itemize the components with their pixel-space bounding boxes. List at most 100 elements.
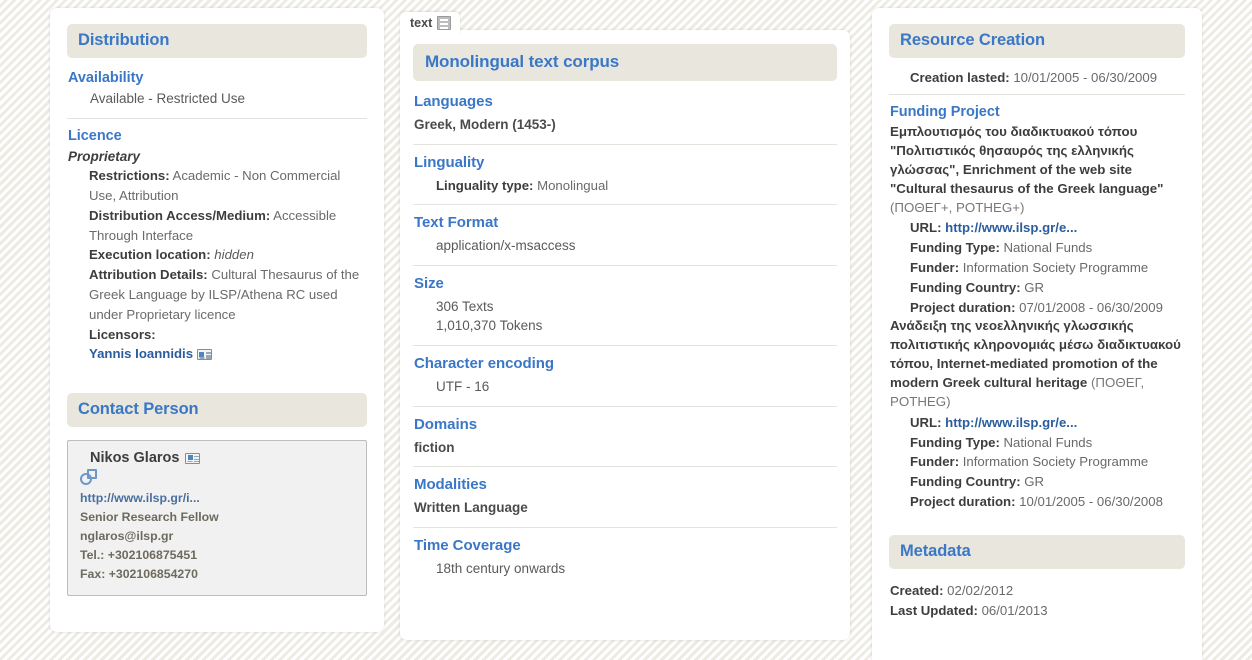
metadata-header: Metadata	[889, 534, 1185, 569]
project-row-key: Funding Country:	[910, 279, 1021, 295]
metadata-row-key: Last Updated:	[890, 602, 978, 618]
chain-icon[interactable]	[80, 469, 97, 486]
project-title-acronym: (ΠΟΘΕΓ+, POTHEG+)	[890, 199, 1025, 215]
funding-project-item: Εμπλουτισμός του διαδικτυακού τόπου "Πολ…	[890, 123, 1184, 317]
section-modalities: Modalities Written Language	[413, 466, 837, 527]
availability-title: Availability	[68, 70, 144, 86]
availability-block: Availability Available - Restricted Use	[67, 58, 367, 118]
licence-row-key: Execution location:	[89, 247, 211, 263]
section-value: 306 Texts	[436, 298, 494, 314]
project-row-key: Project duration:	[910, 493, 1016, 509]
contact-name: Nikos Glaros	[90, 450, 180, 467]
contact-name-row: Nikos Glaros	[80, 450, 354, 466]
section-linguality: Linguality Linguality type: Monolingual	[413, 143, 837, 205]
section-title: Size	[414, 274, 444, 292]
project-row-key: Funding Country:	[910, 474, 1021, 490]
section-value: UTF - 16	[436, 379, 490, 395]
section-title: Character encoding	[414, 355, 554, 373]
contact-fax: Fax: +302106854270	[80, 567, 198, 582]
licence-title: Licence	[68, 127, 122, 144]
tab-label: text	[410, 16, 433, 30]
section-languages: Languages Greek, Modern (1453-)	[413, 81, 837, 144]
licence-row: Attribution Details: Cultural Thesaurus …	[89, 265, 366, 324]
project-title-bold: Εμπλουτισμός του διαδικτυακού τόπου "Πολ…	[890, 124, 1164, 196]
creation-lasted-key: Creation lasted:	[910, 70, 1010, 85]
contact-person-header: Contact Person	[67, 393, 367, 428]
page-root: text Distribution Availability Available…	[0, 0, 1252, 660]
project-url-link[interactable]: http://www.ilsp.gr/e...	[942, 220, 1077, 235]
section-domains: Domains fiction	[413, 405, 837, 467]
section-character-encoding: Character encoding UTF - 16	[413, 345, 837, 406]
vcard-icon[interactable]	[185, 452, 201, 464]
licence-row-value: hidden	[210, 247, 254, 263]
linguality-type-value: Monolingual	[533, 177, 609, 193]
licence-row-key: Attribution Details:	[89, 267, 208, 283]
licence-block: Licence Proprietary Restrictions: Academ…	[67, 117, 367, 374]
project-row: URL: http://www.ilsp.gr/e...	[910, 413, 1184, 433]
creation-lasted-row: Creation lasted: 10/01/2005 - 06/30/2009	[890, 70, 1184, 85]
tab-strip: text	[400, 12, 461, 42]
metadata-row-value: 06/01/2013	[977, 602, 1048, 618]
distribution-panel: Distribution Availability Available - Re…	[50, 8, 384, 632]
project-title: Εμπλουτισμός του διαδικτυακού τόπου "Πολ…	[890, 123, 1184, 217]
project-row-key: Funding Type:	[910, 434, 1000, 450]
project-row-value: Information Society Programme	[959, 454, 1149, 470]
funding-project-item: Ανάδειξη της νεοελληνικής γλωσσικής πολι…	[890, 317, 1184, 511]
section-value: 18th century onwards	[436, 560, 566, 576]
linguality-type-key: Linguality type:	[436, 177, 534, 193]
licensors-label: Licensors:	[89, 326, 156, 342]
section-value: Greek, Modern (1453-)	[414, 117, 556, 132]
funding-project-title: Funding Project	[890, 104, 1000, 120]
corpus-header: Monolingual text corpus	[413, 44, 837, 81]
metadata-rows: Created: 02/02/2012 Last Updated: 06/01/…	[889, 569, 1185, 630]
section-title: Languages	[414, 93, 493, 110]
project-row-value: GR	[1020, 279, 1045, 295]
section-value: Written Language	[414, 500, 528, 516]
project-row-value: National Funds	[999, 240, 1093, 256]
project-row: Funder: Information Society Programme	[910, 452, 1184, 472]
project-row-value: 07/01/2008 - 06/30/2009	[1015, 299, 1163, 315]
creation-lasted-value: 10/01/2005 - 06/30/2009	[1009, 70, 1158, 85]
section-value: 1,010,370 Tokens	[436, 318, 543, 334]
distribution-header: Distribution	[67, 24, 367, 58]
resource-creation-panel: Resource Creation Creation lasted: 10/01…	[872, 8, 1202, 660]
project-row-value: 10/01/2005 - 06/30/2008	[1015, 493, 1163, 509]
tab-text[interactable]: text	[400, 12, 461, 42]
metadata-row-value: 02/02/2012	[943, 582, 1014, 598]
project-url-link[interactable]: http://www.ilsp.gr/e...	[942, 415, 1077, 430]
project-rows: URL: http://www.ilsp.gr/e... Funding Typ…	[890, 413, 1184, 512]
creation-lasted-block: Creation lasted: 10/01/2005 - 06/30/2009	[889, 58, 1185, 94]
project-row: Funding Type: National Funds	[910, 433, 1184, 453]
project-row-value: Information Society Programme	[959, 259, 1149, 275]
project-row-key: Funder:	[910, 259, 960, 275]
licensors-label-row: Licensors:	[89, 325, 366, 345]
licence-rows: Restrictions: Academic - Non Commercial …	[68, 166, 366, 364]
project-row: URL: http://www.ilsp.gr/e...	[910, 218, 1184, 238]
list-icon	[437, 16, 452, 30]
contact-url[interactable]: http://www.ilsp.gr/i...	[80, 489, 354, 508]
licence-row: Distribution Access/Medium: Accessible T…	[89, 206, 366, 246]
metadata-row: Created: 02/02/2012	[890, 581, 1184, 601]
metadata-row: Last Updated: 06/01/2013	[890, 601, 1184, 621]
section-title: Modalities	[414, 476, 487, 494]
resource-creation-header: Resource Creation	[889, 24, 1185, 58]
licence-row-key: Restrictions:	[89, 168, 170, 184]
section-time-coverage: Time Coverage 18th century onwards	[413, 526, 837, 588]
project-row: Project duration: 07/01/2008 - 06/30/200…	[910, 298, 1184, 318]
contact-email: nglaros@ilsp.gr	[80, 529, 174, 544]
project-row-key: URL:	[910, 414, 942, 430]
project-row: Funder: Information Society Programme	[910, 258, 1184, 278]
section-title: Time Coverage	[414, 536, 521, 554]
project-row: Funding Type: National Funds	[910, 238, 1184, 258]
project-rows: URL: http://www.ilsp.gr/e... Funding Typ…	[890, 218, 1184, 317]
vcard-icon[interactable]	[196, 349, 212, 361]
licence-row-key: Distribution Access/Medium:	[89, 207, 271, 223]
contact-position: Senior Research Fellow	[80, 510, 219, 525]
project-row: Funding Country: GR	[910, 472, 1184, 492]
section-size: Size 306 Texts 1,010,370 Tokens	[413, 264, 837, 345]
section-title: Domains	[414, 415, 477, 433]
contact-card: Nikos Glaros http://www.ilsp.gr/i... Sen…	[67, 440, 367, 597]
licence-row: Execution location: hidden	[89, 245, 366, 265]
funding-project-block: Funding Project Εμπλουτισμός του διαδικτ…	[889, 94, 1185, 521]
licensor-link[interactable]: Yannis Ioannidis	[89, 346, 193, 361]
